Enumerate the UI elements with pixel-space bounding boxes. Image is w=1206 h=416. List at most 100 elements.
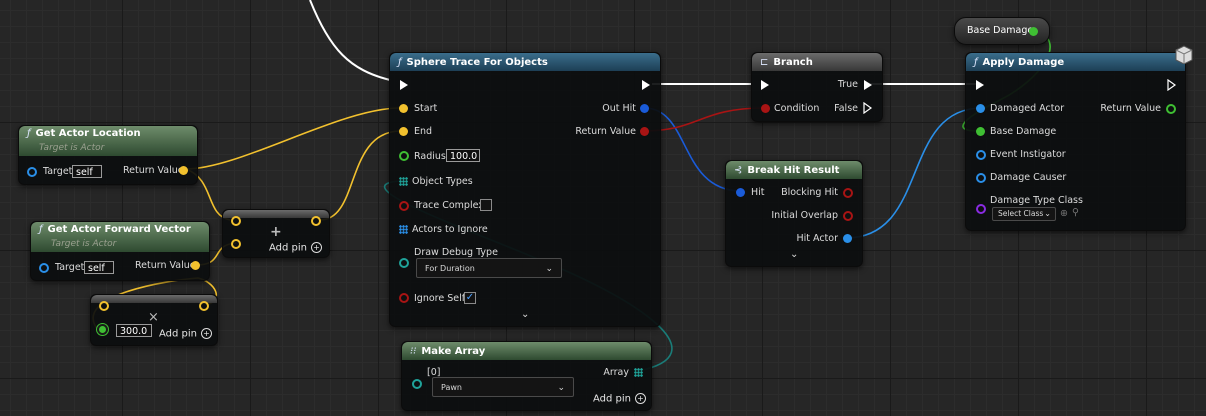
array-output-pin[interactable] xyxy=(634,368,643,377)
return-value-pin[interactable] xyxy=(191,261,200,270)
exec-in-pin[interactable] xyxy=(400,80,408,90)
output-pin[interactable] xyxy=(199,301,209,311)
draw-debug-dropdown[interactable]: For Duration ⌄ xyxy=(416,258,562,278)
target-pin[interactable] xyxy=(27,167,37,177)
add-pin-button[interactable]: Add pin + xyxy=(269,242,323,254)
end-pin[interactable] xyxy=(399,127,408,136)
target-label: Target xyxy=(43,166,73,177)
plus-icon: + xyxy=(270,224,282,240)
return-value-pin[interactable] xyxy=(1166,104,1176,114)
array-label: Array xyxy=(603,367,629,378)
damage-causer-pin[interactable] xyxy=(976,173,986,183)
target-pin[interactable] xyxy=(39,263,49,273)
return-value-pin[interactable] xyxy=(179,166,188,175)
base-damage-variable-node[interactable]: Base Damage xyxy=(954,17,1050,45)
node-subtitle: Target is Actor xyxy=(39,143,105,153)
start-pin[interactable] xyxy=(399,104,408,113)
ignore-self-checkbox[interactable]: ✓ xyxy=(464,292,476,304)
damaged-actor-pin[interactable] xyxy=(976,104,985,113)
base-damage-pin[interactable] xyxy=(976,127,985,136)
add-pin-button[interactable]: Add pin + xyxy=(159,328,213,340)
base-damage-label: Base Damage xyxy=(990,126,1057,137)
add-pin-label: Add pin xyxy=(269,242,308,254)
trace-complex-pin[interactable] xyxy=(399,201,409,211)
browse-search-icon[interactable]: ⚲ xyxy=(1072,207,1079,218)
node-header xyxy=(91,295,217,303)
float-value-field[interactable]: 300.0 xyxy=(116,324,152,337)
base-damage-output-pin[interactable] xyxy=(1029,27,1038,36)
object-type-dropdown[interactable]: Pawn ⌄ xyxy=(432,377,574,397)
input-b-pin[interactable] xyxy=(231,239,241,249)
end-label: End xyxy=(414,126,433,137)
radius-pin[interactable] xyxy=(399,151,409,161)
false-label: False xyxy=(834,103,858,114)
ignore-self-label: Ignore Self xyxy=(414,293,466,304)
exec-out-pin[interactable] xyxy=(642,80,650,90)
apply-damage-node[interactable]: ƒ Apply Damage Damaged Actor Base Damage… xyxy=(965,52,1186,231)
true-exec-pin[interactable] xyxy=(864,80,872,90)
get-forward-vector-node[interactable]: ƒ Get Actor Forward Vector Target is Act… xyxy=(30,221,210,281)
trace-complex-checkbox[interactable] xyxy=(480,199,492,211)
object-types-pin[interactable] xyxy=(399,177,408,186)
exec-out-outline-icon[interactable] xyxy=(1167,79,1177,91)
target-field[interactable]: self xyxy=(72,165,102,178)
target-field[interactable]: self xyxy=(84,261,114,274)
exec-in-pin[interactable] xyxy=(761,80,769,90)
damage-type-class-label: Damage Type Class xyxy=(990,195,1083,206)
ignore-self-pin[interactable] xyxy=(399,293,409,303)
initial-overlap-label: Initial Overlap xyxy=(771,210,838,221)
select-class-dropdown[interactable]: Select Class ⌄ xyxy=(992,207,1056,221)
node-title: Make Array xyxy=(421,345,486,357)
select-class-value: Select Class xyxy=(998,209,1044,218)
true-label: True xyxy=(837,79,858,90)
return-value-label: Return Value xyxy=(135,260,196,271)
use-selected-icon[interactable]: ⊕ xyxy=(1060,208,1068,219)
break-struct-icon: ⊰ xyxy=(734,164,743,176)
make-array-node[interactable]: ⁝⁝ Make Array [0] Pawn ⌄ Array Add pin + xyxy=(401,341,652,411)
output-pin[interactable] xyxy=(311,216,321,226)
start-label: Start xyxy=(414,103,438,114)
variable-name: Base Damage xyxy=(967,25,1034,36)
actors-to-ignore-label: Actors to Ignore xyxy=(412,224,488,235)
node-title: Get Actor Location xyxy=(35,128,141,139)
return-value-label: Return Value xyxy=(1100,103,1161,114)
branch-icon: ⊏ xyxy=(760,56,769,68)
input-a-pin[interactable] xyxy=(231,216,241,226)
initial-overlap-pin[interactable] xyxy=(843,211,853,221)
add-pin-icon: + xyxy=(201,328,213,339)
server-replication-icon xyxy=(1175,45,1193,64)
add-pin-button[interactable]: Add pin + xyxy=(593,393,647,405)
node-title: Sphere Trace For Objects xyxy=(406,56,548,68)
object-wire xyxy=(845,107,983,239)
return-value-pin[interactable] xyxy=(640,127,649,136)
blocking-hit-pin[interactable] xyxy=(843,188,853,198)
chevron-down-icon: ⌄ xyxy=(557,383,565,393)
out-hit-pin[interactable] xyxy=(640,104,649,113)
node-title: Get Actor Forward Vector xyxy=(47,224,191,235)
draw-debug-pin[interactable] xyxy=(399,258,409,268)
radius-field[interactable]: 100.0 xyxy=(446,149,480,162)
sphere-trace-node[interactable]: ƒ Sphere Trace For Objects Start End Rad… xyxy=(389,52,661,327)
branch-node[interactable]: ⊏ Branch Condition True False xyxy=(751,52,883,122)
condition-pin[interactable] xyxy=(761,104,770,113)
expand-chevron-icon[interactable]: ⌄ xyxy=(790,249,798,260)
multiply-float-node[interactable]: 300.0 × Add pin + xyxy=(90,294,218,346)
function-icon: ƒ xyxy=(39,224,43,235)
hit-actor-pin[interactable] xyxy=(843,234,852,243)
event-instigator-pin[interactable] xyxy=(976,150,986,160)
break-hit-result-node[interactable]: ⊰ Break Hit Result Hit Blocking Hit Init… xyxy=(725,160,863,267)
get-actor-location-node[interactable]: ƒ Get Actor Location Target is Actor Tar… xyxy=(18,125,198,185)
input-a-pin[interactable] xyxy=(99,301,109,311)
function-icon: ƒ xyxy=(27,128,31,139)
float-input-pin[interactable] xyxy=(99,326,106,333)
add-pin-label: Add pin xyxy=(593,393,632,405)
hit-pin[interactable] xyxy=(736,188,745,197)
remove-pin-icon[interactable]: × xyxy=(148,310,159,325)
exec-in-pin[interactable] xyxy=(976,80,984,90)
node-header: ⊏ Branch xyxy=(752,53,882,71)
damage-type-class-pin[interactable] xyxy=(976,204,986,214)
index-0-pin[interactable] xyxy=(412,379,422,389)
expand-chevron-icon[interactable]: ⌄ xyxy=(521,309,529,320)
add-vector-node[interactable]: + Add pin + xyxy=(222,209,330,258)
actors-to-ignore-pin[interactable] xyxy=(399,225,408,234)
